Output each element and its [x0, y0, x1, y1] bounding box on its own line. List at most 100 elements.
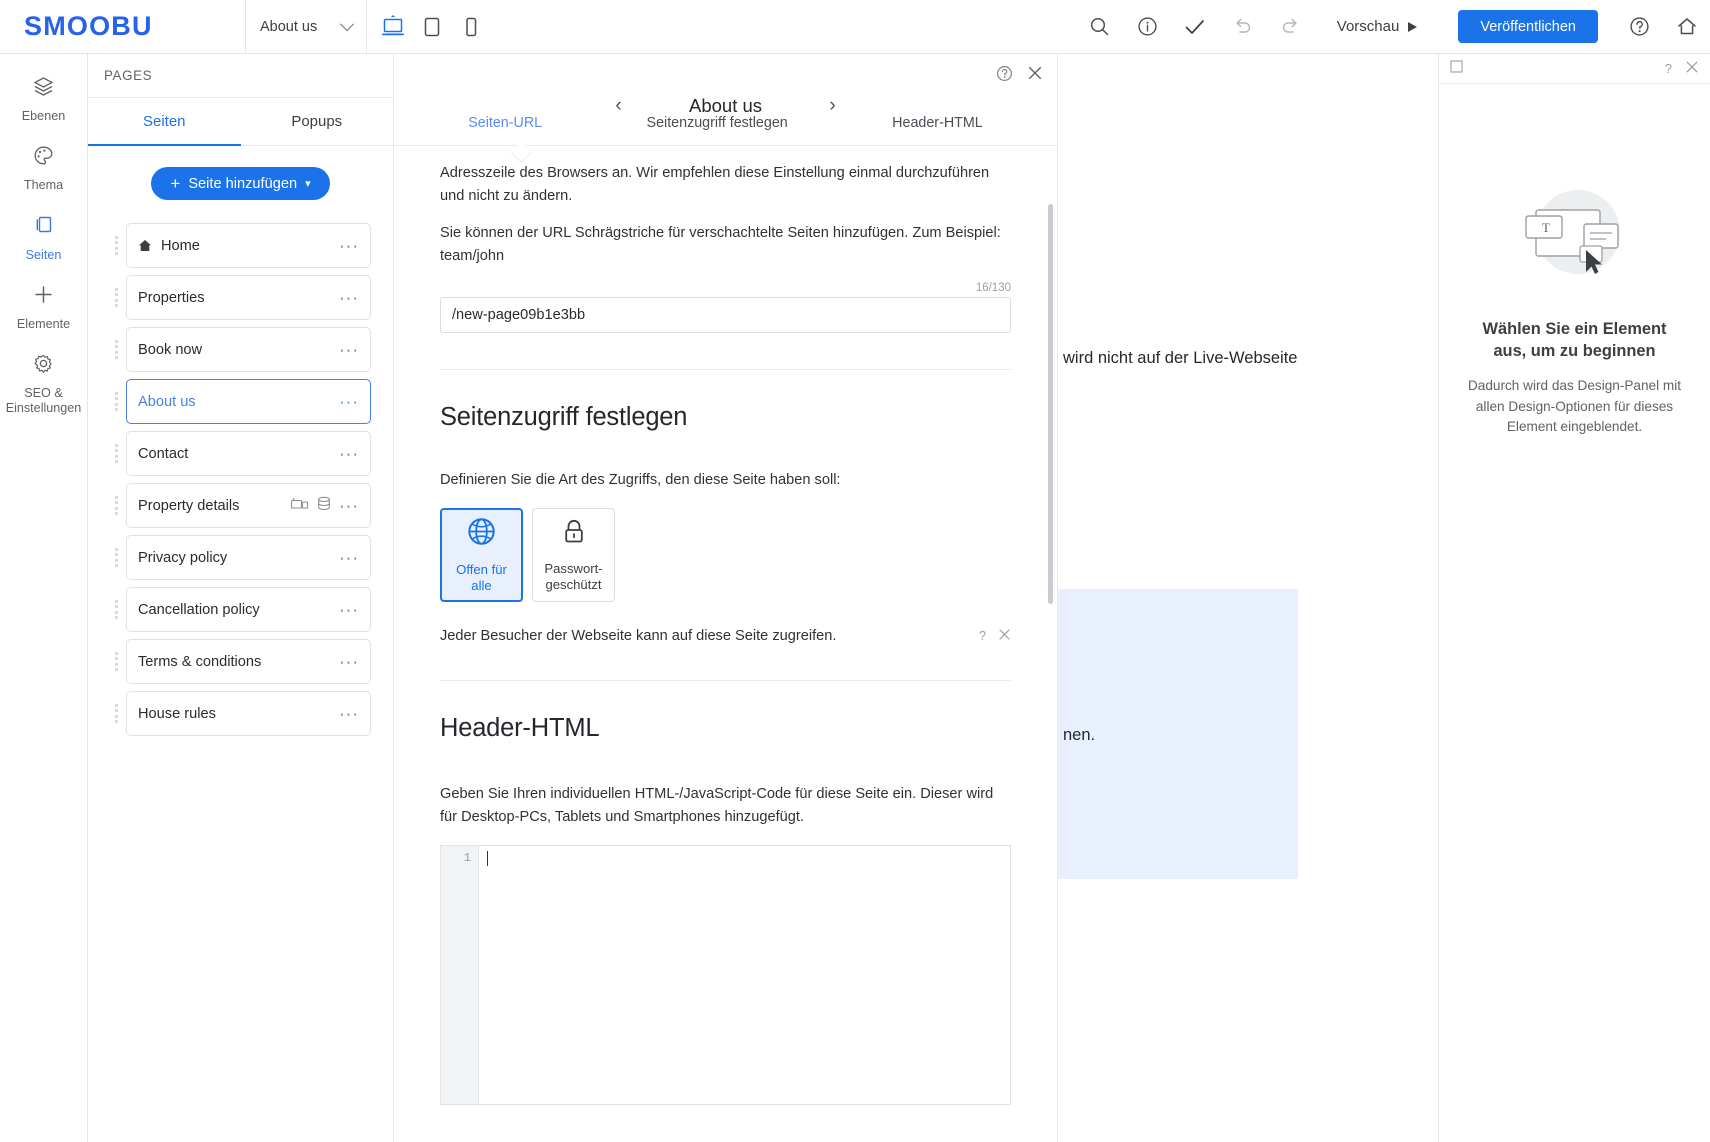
smoobu-logo[interactable]: SMOOBU: [24, 11, 153, 42]
more-options-icon[interactable]: ···: [339, 497, 359, 514]
page-item-label: Cancellation policy: [138, 602, 339, 618]
access-note-text: Jeder Besucher der Webseite kann auf die…: [440, 628, 979, 644]
drag-handle[interactable]: [110, 547, 122, 569]
more-options-icon[interactable]: ···: [339, 705, 359, 722]
modal-title-row: ‹ About us ›: [394, 54, 1057, 106]
sidebar-item-seo-einstellungen[interactable]: SEO & Einstellungen: [0, 341, 87, 425]
access-option-password[interactable]: Passwort-geschützt: [532, 508, 615, 602]
more-options-icon[interactable]: ···: [339, 601, 359, 618]
design-panel-empty-state: T Wählen Sie ein Element aus, um zu begi…: [1439, 84, 1710, 437]
question-circle-icon[interactable]: [1616, 0, 1663, 54]
more-options-icon[interactable]: ···: [339, 549, 359, 566]
check-icon[interactable]: [1172, 0, 1219, 54]
drag-handle[interactable]: [110, 339, 122, 361]
tab-header-html[interactable]: Header-HTML: [892, 106, 983, 131]
tab-popups[interactable]: Popups: [241, 98, 394, 145]
header-html-description: Geben Sie Ihren individuellen HTML-/Java…: [440, 783, 1011, 828]
page-item-contact[interactable]: Contact ···: [126, 431, 371, 476]
drag-handle[interactable]: [110, 235, 122, 257]
sidebar-item-thema[interactable]: Thema: [0, 133, 87, 202]
url-character-counter: 16/130: [440, 282, 1011, 294]
page-item-privacy-policy[interactable]: Privacy policy ···: [126, 535, 371, 580]
drag-handle[interactable]: [110, 287, 122, 309]
access-options: Offen für alle Passwort-geschützt: [440, 508, 1011, 602]
question-circle-icon[interactable]: [996, 65, 1013, 82]
page-item-book-now[interactable]: Book now ···: [126, 327, 371, 372]
design-panel-title: Wählen Sie ein Element aus, um zu beginn…: [1465, 318, 1684, 362]
desktop-icon[interactable]: [373, 0, 412, 54]
home-icon[interactable]: [1663, 0, 1710, 54]
drag-handle[interactable]: [110, 599, 122, 621]
tab-seitenzugriff[interactable]: Seitenzugriff festlegen: [647, 106, 788, 131]
mobile-icon[interactable]: [451, 0, 490, 54]
page-url-input[interactable]: [440, 297, 1011, 333]
code-input-area[interactable]: [479, 846, 1010, 1104]
page-item-cancellation-policy[interactable]: Cancellation policy ···: [126, 587, 371, 632]
publish-button[interactable]: Veröffentlichen: [1458, 10, 1598, 43]
sidebar-item-seiten[interactable]: Seiten: [0, 202, 87, 271]
gear-icon: [32, 352, 55, 379]
redo-icon[interactable]: [1267, 0, 1314, 54]
page-selector-value: About us: [260, 19, 317, 35]
tab-seiten-url[interactable]: Seiten-URL: [468, 106, 542, 131]
text-caret: [487, 851, 488, 866]
list-item: Property details: [110, 483, 371, 528]
page-item-home[interactable]: Home ···: [126, 223, 371, 268]
pages-panel-header: PAGES: [88, 54, 393, 98]
drag-handle[interactable]: [110, 651, 122, 673]
sidebar-item-ebenen[interactable]: Ebenen: [0, 64, 87, 133]
modal-scrollbar[interactable]: [1048, 204, 1053, 604]
close-icon[interactable]: [1027, 65, 1043, 81]
page-item-properties[interactable]: Properties ···: [126, 275, 371, 320]
preview-button[interactable]: Vorschau: [1315, 18, 1440, 35]
url-paragraph-2: Sie können der URL Schrägstriche für ver…: [440, 222, 1011, 267]
close-icon[interactable]: [1685, 60, 1699, 77]
page-item-label: Property details: [138, 498, 290, 514]
access-section-label: Definieren Sie die Art des Zugriffs, den…: [440, 472, 1011, 488]
page-item-label: Home: [161, 238, 339, 254]
header-html-code-editor[interactable]: 1: [440, 845, 1011, 1105]
question-mark-icon[interactable]: ?: [979, 629, 986, 643]
page-item-about-us[interactable]: About us ···: [126, 379, 371, 424]
list-item: Book now ···: [110, 327, 371, 372]
sidebar-item-label: Thema: [24, 178, 63, 193]
page-selector-dropdown[interactable]: About us: [245, 0, 367, 53]
device-preview-group: [367, 0, 496, 53]
search-icon[interactable]: [1076, 0, 1123, 54]
drag-handle[interactable]: [110, 495, 122, 517]
more-options-icon[interactable]: ···: [339, 289, 359, 306]
drag-handle[interactable]: [110, 391, 122, 413]
sidebar-item-elemente[interactable]: Elemente: [0, 272, 87, 341]
more-options-icon[interactable]: ···: [339, 393, 359, 410]
info-circle-icon[interactable]: [1124, 0, 1171, 54]
undo-icon[interactable]: [1220, 0, 1267, 54]
more-options-icon[interactable]: ···: [339, 445, 359, 462]
drag-handle[interactable]: [110, 703, 122, 725]
home-icon: [138, 239, 152, 252]
tab-seiten[interactable]: Seiten: [88, 98, 241, 145]
layers-icon: [32, 75, 55, 102]
page-item-terms-conditions[interactable]: Terms & conditions ···: [126, 639, 371, 684]
access-option-open[interactable]: Offen für alle: [440, 508, 523, 602]
more-options-icon[interactable]: ···: [339, 653, 359, 670]
question-mark-icon[interactable]: ?: [1665, 61, 1672, 76]
publish-container: Veröffentlichen: [1440, 10, 1616, 43]
tablet-icon[interactable]: [412, 0, 451, 54]
page-item-house-rules[interactable]: House rules ···: [126, 691, 371, 736]
globe-icon: [466, 516, 497, 552]
selection-square-icon[interactable]: [1450, 60, 1463, 78]
add-page-button[interactable]: + Seite hinzufügen ▾: [151, 167, 329, 200]
more-options-icon[interactable]: ···: [339, 341, 359, 358]
drag-handle[interactable]: [110, 443, 122, 465]
close-icon[interactable]: [998, 628, 1011, 644]
page-item-property-details[interactable]: Property details: [126, 483, 371, 528]
list-item: Contact ···: [110, 431, 371, 476]
logo-container: SMOOBU: [0, 0, 245, 53]
canvas-strip: [1057, 54, 1298, 1142]
more-options-icon[interactable]: ···: [339, 237, 359, 254]
sidebar-item-label: SEO & Einstellungen: [6, 386, 82, 416]
access-note-row: Jeder Besucher der Webseite kann auf die…: [440, 628, 1011, 644]
modal-tabs: Seiten-URL Seitenzugriff festlegen Heade…: [394, 106, 1057, 146]
access-option-label: Passwort-geschützt: [537, 561, 610, 594]
design-panel-header: ?: [1439, 54, 1710, 84]
